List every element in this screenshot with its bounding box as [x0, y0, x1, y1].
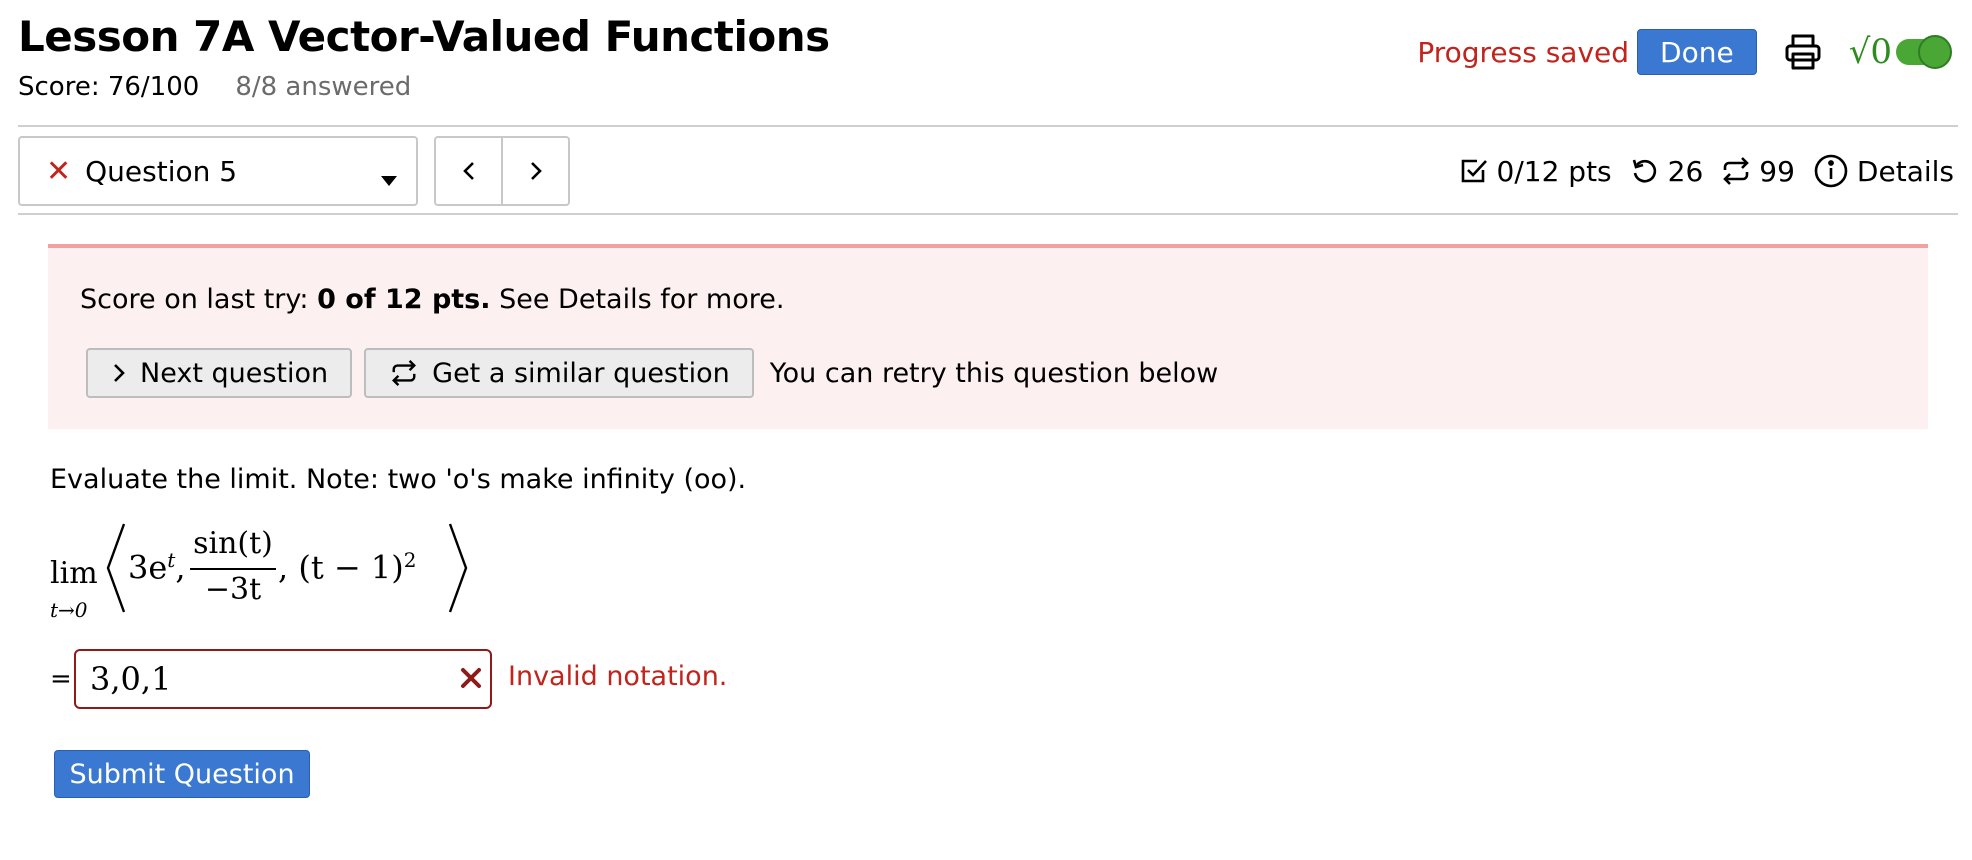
- term-one-base: 3e: [128, 548, 168, 587]
- caret-down-icon: [380, 162, 398, 195]
- retries-value: 26: [1667, 154, 1704, 188]
- chevron-right-icon: [530, 162, 542, 180]
- points-value: 0/12 pts: [1496, 154, 1612, 188]
- toggle-knob: [1918, 35, 1952, 69]
- divider: [18, 213, 1958, 215]
- question-select[interactable]: ✕ Question 5: [18, 136, 418, 206]
- repeat-icon: [1723, 157, 1750, 185]
- next-question-button[interactable]: Next question: [86, 348, 353, 398]
- math-entry-toggle[interactable]: √0: [1848, 32, 1952, 72]
- details-link[interactable]: Details: [1813, 153, 1954, 189]
- retries-indicator: 26: [1630, 154, 1704, 188]
- alert-score: 0 of 12 pts.: [317, 284, 491, 315]
- equals-sign: =: [50, 664, 72, 694]
- details-label: Details: [1856, 154, 1954, 188]
- question-pager: [434, 136, 570, 206]
- answer-field-wrapper: [74, 649, 492, 709]
- done-button[interactable]: Done: [1637, 29, 1757, 75]
- printer-icon[interactable]: [1783, 31, 1825, 73]
- next-question-label: Next question: [140, 357, 329, 389]
- similar-count-value: 99: [1759, 154, 1795, 188]
- retry-note: You can retry this question below: [769, 357, 1219, 389]
- alert-prefix: Score on last try:: [80, 284, 318, 315]
- lim-subscript: t→0: [50, 598, 88, 622]
- similar-count-indicator: 99: [1721, 155, 1795, 188]
- alert-actions: Next question Get a similar question You…: [86, 348, 1218, 398]
- left-angle-bracket: [106, 523, 126, 613]
- term-three-exponent: 2: [403, 548, 417, 572]
- info-icon: [1814, 154, 1848, 188]
- toggle-switch[interactable]: [1896, 35, 1952, 69]
- term-one-exponent: t: [167, 548, 176, 572]
- points-indicator: 0/12 pts: [1459, 155, 1612, 188]
- page-title: Lesson 7A Vector-Valued Functions: [18, 12, 830, 61]
- last-try-message: Score on last try: 0 of 12 pts. See Deta…: [80, 284, 784, 315]
- right-angle-bracket: [448, 523, 468, 613]
- header-actions: Progress saved Done √0: [1417, 28, 1952, 76]
- error-x-icon: [456, 663, 486, 697]
- term-three-base: (t − 1): [298, 548, 404, 587]
- fraction-bar: [190, 568, 276, 570]
- chevron-left-icon: [462, 162, 474, 180]
- score-summary: Score: 76/100 8/8 answered: [18, 72, 411, 102]
- similar-question-label: Get a similar question: [432, 357, 730, 389]
- term-three: , (t − 1)2: [278, 548, 417, 587]
- term-one: 3et,: [128, 548, 186, 587]
- divider: [18, 125, 1958, 127]
- next-question-arrow-button[interactable]: [501, 138, 568, 204]
- question-select-label: Question 5: [85, 154, 238, 188]
- lim-operator: lim: [50, 556, 98, 591]
- checkbox-icon: [1461, 159, 1487, 183]
- repeat-icon: [392, 360, 417, 386]
- chevron-right-icon: [114, 364, 125, 382]
- fraction-denominator: −3t: [204, 572, 262, 607]
- question-prompt: Evaluate the limit. Note: two 'o's make …: [50, 464, 747, 495]
- fraction-numerator: sin(t): [193, 526, 273, 561]
- last-try-alert: Score on last try: 0 of 12 pts. See Deta…: [48, 244, 1928, 429]
- sqrt-icon: √0: [1848, 32, 1892, 72]
- answered-count: 8/8 answered: [235, 72, 412, 102]
- undo-icon: [1632, 159, 1656, 183]
- alert-suffix: See Details for more.: [490, 284, 785, 315]
- similar-question-button[interactable]: Get a similar question: [364, 348, 754, 398]
- question-meta: 0/12 pts 26 99 Details: [1441, 146, 1954, 196]
- progress-status: Progress saved: [1417, 35, 1630, 69]
- answer-input[interactable]: [90, 659, 430, 699]
- submit-question-button[interactable]: Submit Question: [54, 750, 310, 798]
- previous-question-button[interactable]: [436, 138, 501, 204]
- score-value: Score: 76/100: [18, 72, 200, 102]
- answer-error-message: Invalid notation.: [508, 661, 728, 692]
- x-mark-icon: ✕: [46, 153, 72, 189]
